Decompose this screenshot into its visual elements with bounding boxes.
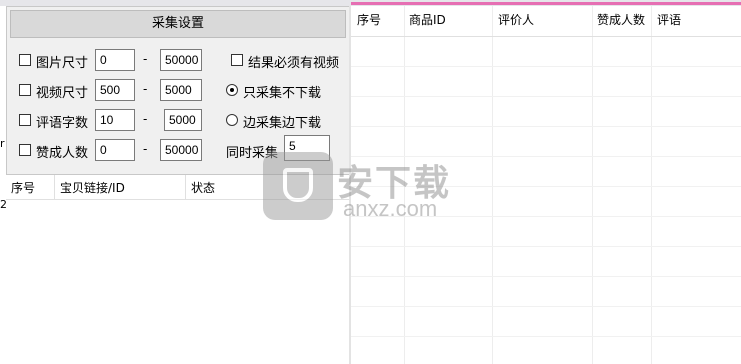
row-line xyxy=(351,126,741,127)
range-dash: - xyxy=(143,142,148,156)
watermark-domain: anxz.com xyxy=(343,196,438,221)
edge-mark-top: r xyxy=(0,137,5,150)
settings-title: 采集设置 xyxy=(10,10,346,38)
range-dash: - xyxy=(143,112,148,126)
image-size-checkbox[interactable] xyxy=(19,54,31,66)
image-size-max-input[interactable]: 50000 xyxy=(160,49,202,71)
likes-label: 赞成人数 xyxy=(36,146,89,161)
settings-panel: 采集设置 图片尺寸 0 - 50000 结果必须有视频 视频尺寸 500 - 5… xyxy=(6,6,350,175)
image-size-label: 图片尺寸 xyxy=(36,56,89,71)
col-comment[interactable]: 评语 xyxy=(657,11,681,28)
column-divider xyxy=(54,175,55,199)
range-dash: - xyxy=(143,52,148,66)
row-video-size: 视频尺寸 500 - 5000 只采集不下载 xyxy=(7,79,351,103)
comment-length-label: 评语字数 xyxy=(36,116,89,131)
comment-length-max-input[interactable]: 5000 xyxy=(164,109,202,131)
likes-min-input[interactable]: 0 xyxy=(95,139,135,161)
collect-only-radio[interactable] xyxy=(226,84,238,96)
range-dash: - xyxy=(143,82,148,96)
likes-max-input[interactable]: 50000 xyxy=(160,139,202,161)
must-have-video-label: 结果必须有视频 xyxy=(248,56,340,71)
comment-length-min-input[interactable]: 10 xyxy=(95,109,135,131)
col-link[interactable]: 宝贝链接/ID xyxy=(60,179,125,196)
row-line xyxy=(351,66,741,67)
accent-bar xyxy=(351,2,741,5)
col-product-id[interactable]: 商品ID xyxy=(409,11,446,28)
video-size-max-input[interactable]: 5000 xyxy=(160,79,202,101)
video-size-label: 视频尺寸 xyxy=(36,86,89,101)
row-line xyxy=(351,96,741,97)
col-index[interactable]: 序号 xyxy=(11,179,35,196)
shield-icon xyxy=(263,152,333,220)
likes-checkbox[interactable] xyxy=(19,144,31,156)
row-image-size: 图片尺寸 0 - 50000 结果必须有视频 xyxy=(7,49,351,73)
collect-and-download-label: 边采集边下载 xyxy=(243,116,322,131)
comment-length-checkbox[interactable] xyxy=(19,114,31,126)
column-divider xyxy=(651,6,652,364)
column-divider xyxy=(492,6,493,364)
row-line xyxy=(351,336,741,337)
row-line xyxy=(351,276,741,277)
must-have-video-checkbox[interactable] xyxy=(231,54,243,66)
col-index[interactable]: 序号 xyxy=(357,11,381,28)
column-divider xyxy=(592,6,593,364)
row-line xyxy=(351,306,741,307)
column-divider xyxy=(185,175,186,199)
video-size-checkbox[interactable] xyxy=(19,84,31,96)
col-status[interactable]: 状态 xyxy=(191,179,215,196)
video-size-min-input[interactable]: 500 xyxy=(95,79,135,101)
collect-only-label: 只采集不下载 xyxy=(243,86,322,101)
row-line xyxy=(351,246,741,247)
col-reviewer[interactable]: 评价人 xyxy=(498,11,534,28)
image-size-min-input[interactable]: 0 xyxy=(95,49,135,71)
row-comment-length: 评语字数 10 - 5000 边采集边下载 xyxy=(7,109,351,133)
collect-and-download-radio[interactable] xyxy=(226,114,238,126)
results-header: 序号 商品ID 评价人 赞成人数 评语 xyxy=(351,6,741,37)
col-likes[interactable]: 赞成人数 xyxy=(597,11,645,28)
